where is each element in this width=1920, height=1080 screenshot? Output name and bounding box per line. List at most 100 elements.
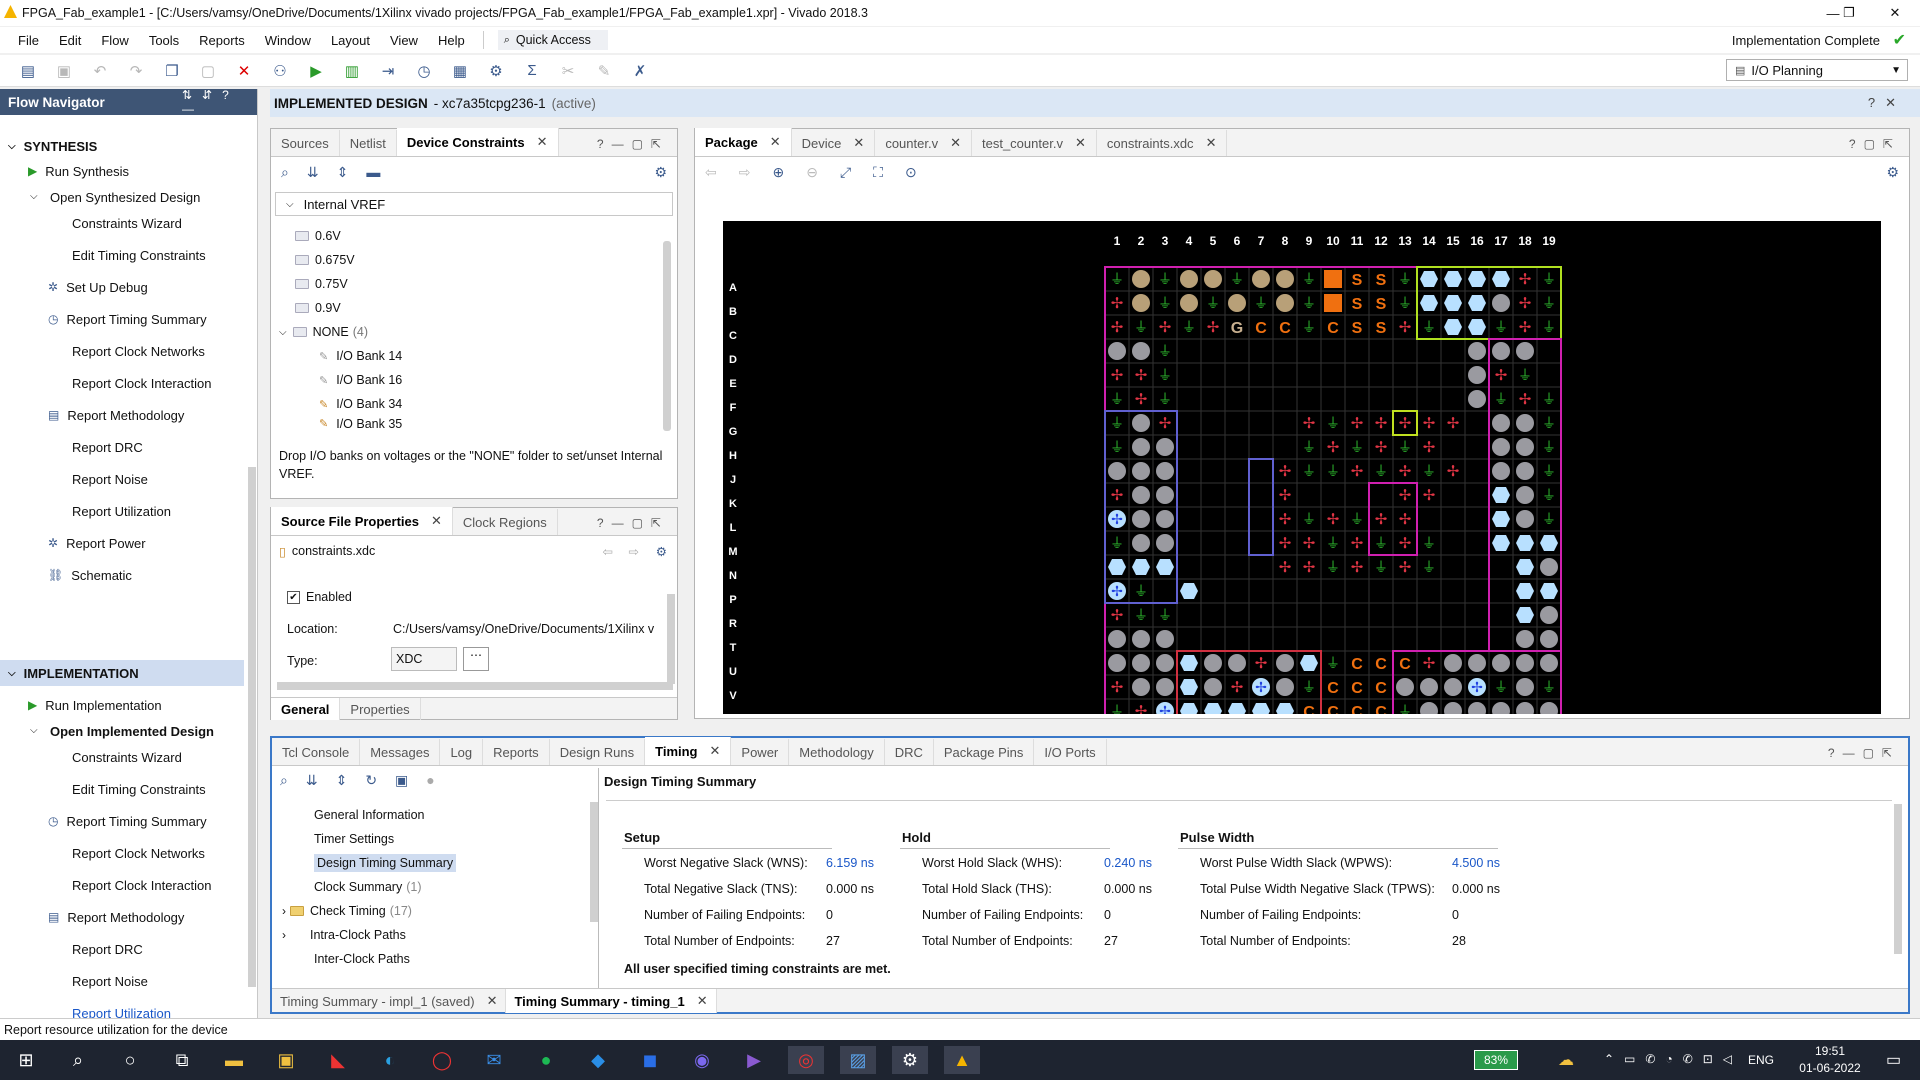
- nav-section-implementation[interactable]: ⌵ IMPLEMENTATION: [0, 660, 244, 686]
- config-pin-icon[interactable]: [1324, 270, 1342, 288]
- pin-cell[interactable]: [1488, 626, 1514, 652]
- tab-source-file-properties[interactable]: Source File Properties ✕: [271, 507, 453, 535]
- zoom-out-icon[interactable]: ⊖: [806, 164, 818, 181]
- io-pin-icon[interactable]: [1180, 294, 1198, 312]
- pin-cell[interactable]: [1176, 482, 1202, 508]
- io-pin-icon[interactable]: [1492, 294, 1510, 312]
- io-pin-icon[interactable]: [1156, 630, 1174, 648]
- enabled-checkbox[interactable]: ✔: [287, 590, 300, 604]
- placed-pin-icon[interactable]: [1228, 703, 1246, 719]
- placed-pin-icon[interactable]: [1108, 559, 1126, 575]
- vcc-pin-icon[interactable]: ✢: [1135, 390, 1148, 408]
- vscode-icon[interactable]: ◆: [580, 1046, 616, 1074]
- pin-cell[interactable]: [1152, 578, 1178, 604]
- vcc-pin-icon[interactable]: ✢: [1231, 678, 1244, 696]
- sigma-icon[interactable]: Σ: [518, 59, 546, 83]
- pin-cell[interactable]: [1176, 458, 1202, 484]
- io-pin-icon[interactable]: [1492, 342, 1510, 360]
- pin-cell[interactable]: [1200, 578, 1226, 604]
- gnd-pin-icon[interactable]: ⏚: [1158, 344, 1172, 360]
- redo-icon[interactable]: ↷: [122, 59, 150, 83]
- pin-cell[interactable]: [1320, 386, 1346, 412]
- close-icon[interactable]: ✕: [1075, 135, 1086, 151]
- pin-cell[interactable]: [1296, 578, 1322, 604]
- special-pin-icon[interactable]: C: [1303, 704, 1315, 721]
- pin-cell[interactable]: [1296, 626, 1322, 652]
- vcc-pin-icon[interactable]: ✢: [1399, 486, 1412, 504]
- io-pin-icon[interactable]: [1156, 534, 1174, 552]
- pin-cell[interactable]: [1440, 602, 1466, 628]
- splitter[interactable]: [598, 768, 599, 994]
- pin-cell[interactable]: [1176, 530, 1202, 556]
- pin-cell[interactable]: [1224, 386, 1250, 412]
- special-pin-icon[interactable]: S: [1352, 272, 1363, 289]
- pin-cell[interactable]: [1224, 434, 1250, 460]
- io-pin-icon[interactable]: [1492, 462, 1510, 480]
- io-pin-icon[interactable]: [1468, 390, 1486, 408]
- timing-tree-item[interactable]: General Information: [282, 804, 424, 826]
- pin-cell[interactable]: [1272, 410, 1298, 436]
- pin-cell[interactable]: [1392, 578, 1418, 604]
- io-pin-icon[interactable]: [1516, 654, 1534, 672]
- pin-cell[interactable]: [1416, 362, 1442, 388]
- gnd-pin-icon[interactable]: ⏚: [1494, 320, 1508, 336]
- gnd-pin-icon[interactable]: ⏚: [1542, 296, 1556, 312]
- io-pin-icon[interactable]: [1516, 702, 1534, 720]
- io-pin-icon[interactable]: [1516, 630, 1534, 648]
- close-icon[interactable]: ✕: [853, 135, 864, 151]
- special-pin-icon[interactable]: C: [1327, 704, 1339, 721]
- pin-cell[interactable]: [1272, 602, 1298, 628]
- gnd-pin-icon[interactable]: ⏚: [1110, 536, 1124, 552]
- pin-cell[interactable]: [1344, 626, 1370, 652]
- io-pin-icon[interactable]: [1204, 678, 1222, 696]
- io-pin-icon[interactable]: [1132, 630, 1150, 648]
- vcc-pin-icon[interactable]: ✢: [1111, 366, 1124, 384]
- io-pin-icon[interactable]: [1228, 654, 1246, 672]
- tab-i-o-ports[interactable]: I/O Ports: [1034, 739, 1107, 765]
- special-pin-icon[interactable]: C: [1351, 656, 1363, 673]
- pin-cell[interactable]: [1440, 338, 1466, 364]
- placed-pin-icon[interactable]: [1180, 583, 1198, 599]
- io-pin-icon[interactable]: [1132, 414, 1150, 432]
- io-pin-icon[interactable]: [1420, 678, 1438, 696]
- gnd-pin-icon[interactable]: ⏚: [1158, 608, 1172, 624]
- gnd-pin-icon[interactable]: ⏚: [1158, 296, 1172, 312]
- placed-pin-icon[interactable]: [1180, 703, 1198, 719]
- gnd-pin-icon[interactable]: ⏚: [1350, 512, 1364, 528]
- pin-cell[interactable]: [1224, 338, 1250, 364]
- gnd-pin-icon[interactable]: ⏚: [1182, 320, 1196, 336]
- timing-tree-item[interactable]: Inter-Clock Paths: [282, 948, 410, 970]
- pin-cell[interactable]: [1272, 338, 1298, 364]
- vcc-pin-icon[interactable]: ✢: [1399, 318, 1412, 336]
- gear-icon[interactable]: ⚙: [654, 164, 667, 181]
- gnd-pin-icon[interactable]: ⏚: [1542, 680, 1556, 696]
- io-pin-icon[interactable]: [1444, 678, 1462, 696]
- gnd-pin-icon[interactable]: ⏚: [1422, 560, 1436, 576]
- pin-cell[interactable]: [1464, 434, 1490, 460]
- vcc-pin-icon[interactable]: ✢: [1351, 558, 1364, 576]
- pin-cell[interactable]: [1440, 434, 1466, 460]
- menu-flow[interactable]: Flow: [91, 33, 138, 48]
- pin-cell[interactable]: [1416, 578, 1442, 604]
- pin-cell[interactable]: [1416, 506, 1442, 532]
- io-pin-icon[interactable]: [1276, 654, 1294, 672]
- back-arrow-icon[interactable]: ⇦: [705, 164, 717, 181]
- pin-cell[interactable]: [1224, 578, 1250, 604]
- cut-icon[interactable]: ✂: [554, 59, 582, 83]
- gnd-pin-icon[interactable]: ⏚: [1158, 272, 1172, 288]
- pin-cell[interactable]: [1176, 338, 1202, 364]
- io-pin-icon[interactable]: [1132, 342, 1150, 360]
- whs-value[interactable]: 0.240 ns: [1104, 856, 1152, 870]
- vcc-pin-icon[interactable]: ✢: [1327, 438, 1340, 456]
- forward-arrow-icon[interactable]: ⇨: [739, 164, 751, 181]
- io-pin-icon[interactable]: [1444, 654, 1462, 672]
- special-pin-icon[interactable]: S: [1352, 296, 1363, 313]
- gnd-pin-icon[interactable]: ⏚: [1542, 320, 1556, 336]
- pin-cell[interactable]: [1272, 386, 1298, 412]
- panel-controls-icon[interactable]: ⇅⇵?—: [182, 88, 257, 116]
- vcc-pin-icon[interactable]: ✢: [1111, 486, 1124, 504]
- wpws-value[interactable]: 4.500 ns: [1452, 856, 1500, 870]
- tree-scrollbar[interactable]: [663, 241, 671, 431]
- pin-cell[interactable]: [1488, 578, 1514, 604]
- minus-icon[interactable]: ▬: [366, 164, 380, 180]
